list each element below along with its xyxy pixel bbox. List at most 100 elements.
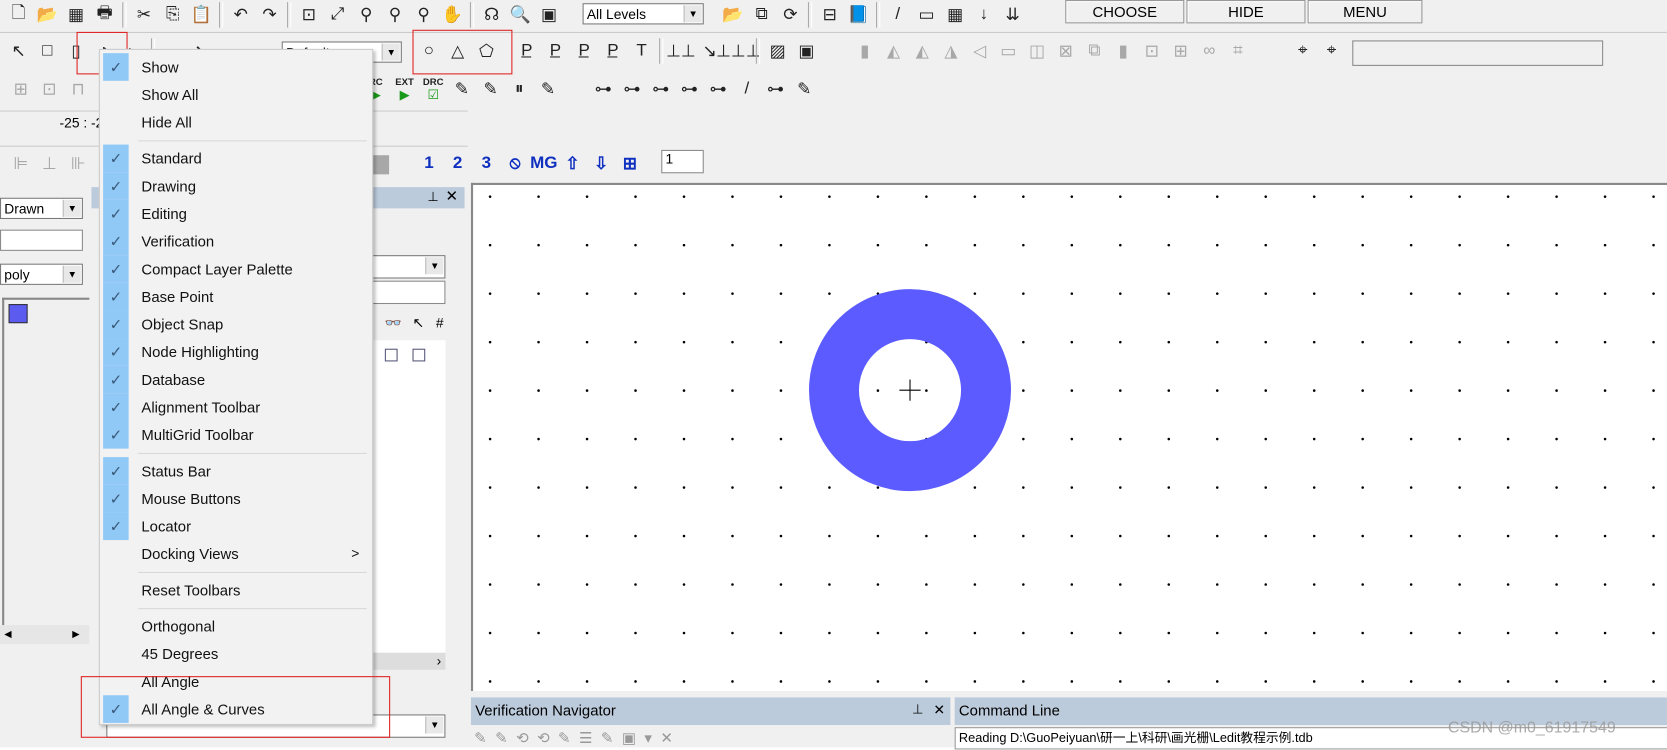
grid-2-icon[interactable]: 2 [443,151,472,177]
nav-6-icon[interactable]: / [732,77,761,103]
pin-icon[interactable]: ⊥ [427,189,438,204]
close-icon[interactable]: ✕ [933,702,945,719]
hash-icon[interactable]: # [436,315,444,331]
chevron-down-icon[interactable]: ▼ [425,716,444,734]
copy-cell-icon[interactable]: ⧉ [747,2,776,28]
chevron-down-icon[interactable]: ▼ [425,257,444,275]
save-all-icon[interactable]: ▦ [62,2,91,28]
nav-3-icon[interactable]: ⊶ [646,77,675,103]
menu-item-alignment-toolbar[interactable]: ✓ Alignment Toolbar [100,393,372,421]
menu-item-base-point[interactable]: ✓ Base Point [100,282,372,311]
node-corner-icon[interactable]: ⊓ [64,77,93,103]
menu-item-compact-layer-palette[interactable]: ✓ Compact Layer Palette [100,255,372,283]
align-center-icon[interactable]: ◫ [1023,38,1052,64]
canvas-svg[interactable] [473,185,1667,691]
menu-item-object-snap[interactable]: ✓ Object Snap [100,310,372,339]
chevron-down-icon[interactable]: ▼ [62,265,81,283]
close-icon[interactable]: ✕ [445,187,457,205]
no-grid-icon[interactable]: ⦸ [501,151,530,177]
type-select[interactable]: poly ▼ [0,263,83,285]
menu-item-multigrid-toolbar[interactable]: ✓ MultiGrid Toolbar [100,420,372,449]
ruler-icon[interactable]: ⊥⊥ [666,38,696,64]
port-r-icon[interactable]: P̲ [570,38,599,64]
pin-icon[interactable]: ⊥ [912,702,923,717]
book-icon[interactable]: 📘 [844,2,873,28]
cut-icon[interactable]: ✂ [130,2,159,28]
wrench-2-icon[interactable]: ✎ [476,77,505,103]
open-folder-icon[interactable]: 📂 [33,2,62,28]
find-icon[interactable]: ⚲ [352,2,381,28]
duplicate-icon[interactable]: ⧉ [1080,38,1109,64]
locator-field[interactable] [1352,40,1604,66]
menu-item-reset-toolbars[interactable]: Reset Toolbars [100,576,372,604]
run-stop-icon[interactable]: ⏸ [505,77,534,103]
refresh-icon[interactable]: ⟳ [776,2,805,28]
magnifier-icon[interactable]: 🔍 [506,2,535,28]
choose-button[interactable]: CHOOSE [1065,0,1185,24]
flip-h-icon[interactable]: ◁ [965,38,994,64]
bound-icon[interactable]: ⊡ [1138,38,1167,64]
menu-item-node-highlighting[interactable]: ✓ Node Highlighting [100,338,372,366]
checkbox[interactable] [384,348,398,362]
binoculars-up-icon[interactable]: ⚲ [381,2,410,28]
save-icon[interactable]: ▭ [912,2,941,28]
layer-b-icon[interactable]: ▣ [792,38,821,64]
extract-icon[interactable]: EXT ▶ [390,77,419,103]
chevron-down-icon[interactable]: ▼ [683,5,702,23]
multigrid-icon[interactable]: MG [529,151,558,177]
nav-5-icon[interactable]: ⊶ [704,77,733,103]
menu-item-locator[interactable]: ✓ Locator [100,512,372,541]
text-icon[interactable]: T [627,38,656,64]
redo-icon[interactable]: ↷ [255,2,284,28]
nav-8-icon[interactable]: ✎ [790,77,819,103]
menu-item-standard[interactable]: ✓ Standard [100,144,372,173]
paste-icon[interactable]: 📋 [187,2,216,28]
open-cell-icon[interactable]: 📂 [719,2,748,28]
node-edit-icon[interactable]: ⊞ [6,77,35,103]
group-icon[interactable]: ⊞ [1166,38,1195,64]
move-down-icon[interactable]: ↓ [970,2,999,28]
snap-icon[interactable]: ⌗ [1224,38,1253,64]
locate-cursor-icon[interactable]: ⌖ [1317,38,1346,64]
select-arrow-icon[interactable]: ↖ [4,38,33,64]
layer-a-icon[interactable]: ▨ [763,38,792,64]
copy-icon[interactable]: ⎘ [158,2,187,28]
stack-icon[interactable]: ▦ [941,2,970,28]
levels-select[interactable]: All Levels ▼ [582,3,704,25]
flip-icon[interactable]: ◮ [937,38,966,64]
align-bottom-icon[interactable]: ▭ [994,38,1023,64]
port-tri-icon[interactable]: P̲ [599,38,628,64]
rotate-ccw-icon[interactable]: ◭ [908,38,937,64]
checkbox[interactable] [412,348,426,362]
wrench-1-icon[interactable]: ✎ [448,77,477,103]
hide-button[interactable]: HIDE [1186,0,1306,24]
grid-up-icon[interactable]: ⇧ [558,151,587,177]
menu-item-verification[interactable]: ✓ Verification [100,227,372,256]
zoom-fit-icon[interactable]: ⤢ [323,2,352,28]
box-icon[interactable]: □ [33,38,62,64]
print-icon[interactable]: 🖶 [90,2,119,28]
menu-item-mouse-buttons[interactable]: ✓ Mouse Buttons [100,484,372,513]
menu-item-orthogonal[interactable]: Orthogonal [100,612,372,640]
menu-item-docking-views[interactable]: Docking Views > [100,540,372,568]
grid-1-icon[interactable]: 1 [415,151,444,177]
ruler-icon[interactable]: ⊟ [815,2,844,28]
name-input[interactable] [0,229,83,251]
menu-item-show[interactable]: ✓ Show [100,53,372,81]
menu-item-editing[interactable]: ✓ Editing [100,199,372,228]
align-right-icon[interactable]: ⊪ [64,151,93,177]
menu-item-drawing[interactable]: ✓ Drawing [100,172,372,200]
align-left-icon[interactable]: ⊫ [6,151,35,177]
wrench-3-icon[interactable]: ✎ [534,77,563,103]
ruler-2-icon[interactable]: ⊥⊥⊥ [716,38,760,64]
node-box-icon[interactable]: ⊡ [35,77,64,103]
grid-down-icon[interactable]: ⇩ [587,151,616,177]
rotate-icon[interactable]: ◭ [879,38,908,64]
grid-count-input[interactable]: 1 [661,149,704,174]
locate-icon[interactable]: ⌖ [1288,38,1317,64]
move-down-all-icon[interactable]: ⇊ [998,2,1027,28]
mirror-icon[interactable]: ▮ [1109,38,1138,64]
grid-3-icon[interactable]: 3 [472,151,501,177]
chevron-down-icon[interactable]: ▼ [381,43,400,61]
align-center-icon[interactable]: ⊥ [35,151,64,177]
